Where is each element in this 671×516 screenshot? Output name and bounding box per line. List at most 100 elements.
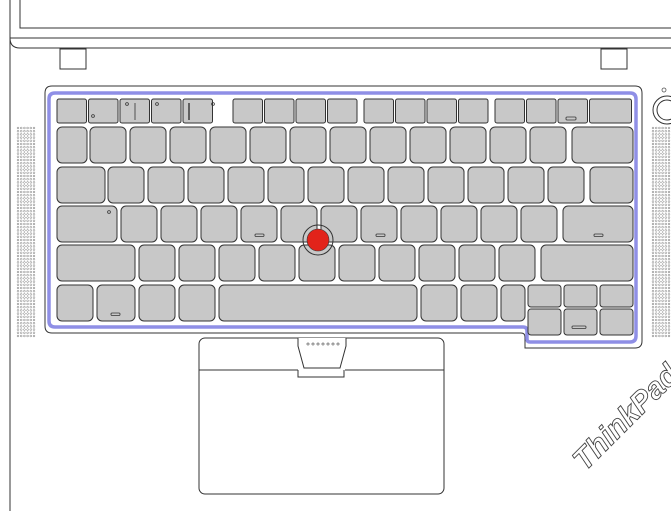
function-key[interactable] [557, 98, 588, 124]
keyboard-key[interactable] [529, 126, 567, 164]
keyboard-key[interactable] [307, 166, 345, 204]
keyboard-key[interactable] [387, 166, 425, 204]
keyboard-key[interactable] [258, 244, 296, 282]
keyboard-key[interactable] [289, 126, 327, 164]
keyboard-key[interactable] [89, 126, 127, 164]
keyboard-key[interactable] [347, 166, 385, 204]
function-key[interactable] [426, 98, 457, 124]
arrow-key[interactable] [527, 308, 562, 336]
keyboard-key[interactable] [107, 166, 145, 204]
function-key[interactable] [526, 98, 557, 124]
keyboard-key[interactable] [160, 205, 198, 243]
keyboard-key[interactable] [449, 126, 487, 164]
speaker-hole [29, 158, 32, 162]
keyboard-key[interactable] [138, 244, 176, 282]
keyboard-key[interactable] [267, 166, 305, 204]
speaker-hole [26, 206, 29, 210]
speaker-hole [658, 222, 661, 226]
keyboard-key[interactable] [147, 166, 185, 204]
arrow-key[interactable] [563, 308, 598, 336]
trackpoint-nub-icon[interactable] [302, 224, 334, 256]
speaker-hole [20, 184, 23, 187]
function-key[interactable] [295, 98, 326, 124]
keyboard-key[interactable] [540, 244, 634, 282]
keyboard-key[interactable] [138, 284, 176, 322]
keyboard-key[interactable] [458, 244, 496, 282]
speaker-hole [20, 178, 23, 181]
speaker-hole [20, 226, 23, 229]
keyboard-key[interactable] [218, 284, 418, 322]
keyboard-key[interactable] [589, 166, 634, 204]
keyboard-key[interactable] [56, 126, 88, 164]
speaker-hole [23, 174, 26, 178]
keyboard-key[interactable] [169, 126, 207, 164]
keyboard-key[interactable] [420, 284, 458, 322]
speaker-hole [23, 133, 26, 136]
speaker-hole [26, 328, 29, 331]
keyboard-key[interactable] [338, 244, 376, 282]
function-key[interactable] [232, 98, 263, 124]
keyboard-key[interactable] [520, 205, 558, 243]
keyboard-key[interactable] [56, 284, 94, 322]
keyboard-key[interactable] [427, 166, 465, 204]
speaker-hole [32, 299, 36, 302]
keyboard-key[interactable] [187, 166, 225, 204]
keyboard-key[interactable] [178, 284, 216, 322]
keyboard-key[interactable] [218, 244, 256, 282]
keyboard-key[interactable] [178, 244, 216, 282]
function-key[interactable] [327, 98, 358, 124]
speaker-hole [20, 318, 23, 322]
speaker-hole [658, 174, 661, 178]
keyboard-key[interactable] [467, 166, 505, 204]
keyboard-key[interactable] [418, 244, 456, 282]
function-key[interactable] [264, 98, 295, 124]
keyboard-key[interactable] [460, 284, 498, 322]
function-key[interactable] [88, 98, 119, 124]
keyboard-key[interactable] [200, 205, 238, 243]
speaker-hole [664, 168, 667, 171]
keyboard-key[interactable] [227, 166, 265, 204]
keyboard-key[interactable] [378, 244, 416, 282]
page-key[interactable] [599, 284, 634, 308]
speaker-hole [655, 184, 658, 187]
keyboard-key[interactable] [507, 166, 545, 204]
speaker-hole [655, 165, 658, 168]
page-key[interactable] [527, 284, 562, 308]
keyboard-key[interactable] [547, 166, 585, 204]
speaker-hole [16, 328, 20, 331]
function-key[interactable] [182, 98, 213, 124]
speaker-hole [23, 245, 26, 248]
keyboard-key[interactable] [249, 126, 287, 164]
keyboard-key[interactable] [56, 166, 106, 204]
keyboard-key[interactable] [409, 126, 447, 164]
keyboard-key[interactable] [329, 126, 367, 164]
keyboard-key[interactable] [489, 126, 527, 164]
keyboard-key[interactable] [500, 284, 526, 322]
keyboard-key[interactable] [400, 205, 438, 243]
function-key[interactable] [56, 98, 87, 124]
keyboard-key[interactable] [129, 126, 167, 164]
keyboard-key[interactable] [120, 205, 158, 243]
keyboard-key[interactable] [498, 244, 536, 282]
power-button-icon[interactable] [652, 95, 671, 125]
speaker-hole [32, 133, 36, 136]
function-key[interactable] [363, 98, 394, 124]
keyboard-key[interactable] [571, 126, 634, 164]
keyboard-key[interactable] [209, 126, 247, 164]
arrow-key[interactable] [599, 308, 634, 336]
trackpad[interactable] [198, 337, 445, 495]
function-key[interactable] [458, 98, 489, 124]
keyboard-key[interactable] [440, 205, 478, 243]
speaker-hole [20, 302, 23, 306]
arrow-key[interactable] [563, 284, 598, 308]
function-key[interactable] [494, 98, 525, 124]
keyboard-key[interactable] [369, 126, 407, 164]
speaker-hole [667, 280, 671, 283]
speaker-hole [32, 219, 36, 222]
keyboard-key[interactable] [56, 244, 136, 282]
function-key[interactable] [395, 98, 426, 124]
function-key[interactable] [589, 98, 632, 124]
speaker-hole [32, 325, 36, 328]
keyboard-key[interactable] [480, 205, 518, 243]
speaker-hole [658, 325, 661, 328]
